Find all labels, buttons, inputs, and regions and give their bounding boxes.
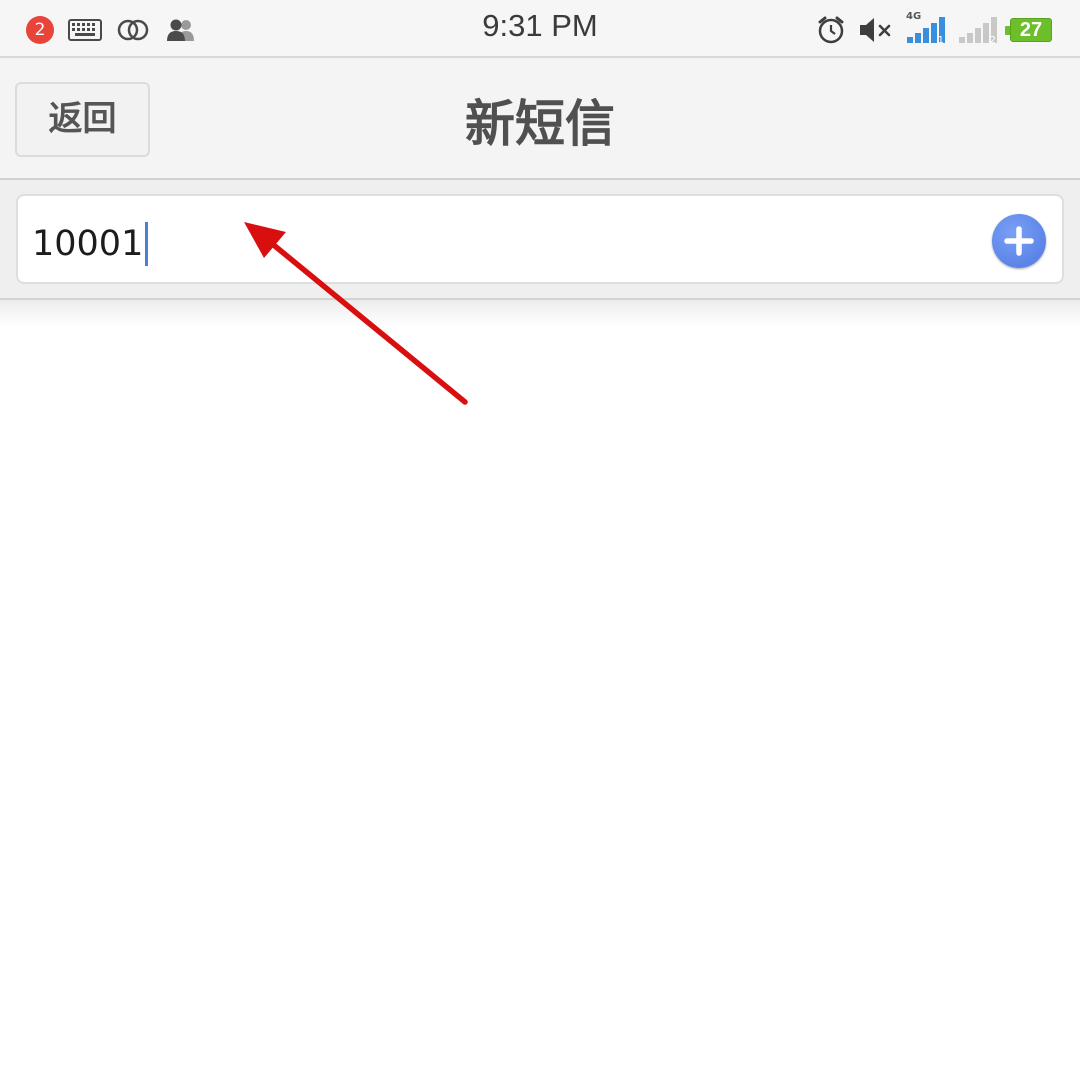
new-message-screen: 2 9:31 PM 4G 1 2 27 返回 新短信 10001 bbox=[0, 0, 1080, 1080]
signal-4g-icon: 4G 1 bbox=[906, 11, 946, 46]
status-bar: 2 9:31 PM 4G 1 2 27 bbox=[0, 0, 1080, 58]
mute-icon bbox=[858, 16, 894, 44]
notification-badge: 2 bbox=[26, 16, 54, 44]
sim2-label: 2 bbox=[989, 35, 996, 46]
add-contact-button[interactable] bbox=[992, 214, 1046, 268]
alarm-icon bbox=[816, 15, 846, 45]
text-cursor bbox=[145, 222, 149, 266]
back-button[interactable]: 返回 bbox=[15, 82, 150, 157]
signal-sim2-icon: 2 bbox=[958, 15, 998, 46]
recipient-shadow bbox=[0, 300, 1080, 326]
recipient-value: 10001 bbox=[32, 224, 144, 264]
recipient-area: 10001 bbox=[0, 180, 1080, 300]
recipient-input[interactable]: 10001 bbox=[16, 194, 1064, 284]
contacts-icon bbox=[164, 18, 198, 42]
battery-icon: 27 bbox=[1005, 18, 1052, 42]
status-right-icons: 4G 1 2 27 bbox=[816, 11, 1052, 47]
app-header: 返回 新短信 bbox=[0, 58, 1080, 180]
page-title: 新短信 bbox=[465, 95, 615, 153]
sim1-label: 1 bbox=[937, 35, 944, 46]
linked-rings-icon bbox=[116, 18, 150, 42]
plus-icon bbox=[1004, 226, 1034, 256]
status-left-icons: 2 bbox=[26, 15, 198, 45]
recipient-text-line: 10001 bbox=[32, 222, 149, 266]
keyboard-icon bbox=[68, 19, 102, 41]
battery-level: 27 bbox=[1019, 19, 1043, 41]
